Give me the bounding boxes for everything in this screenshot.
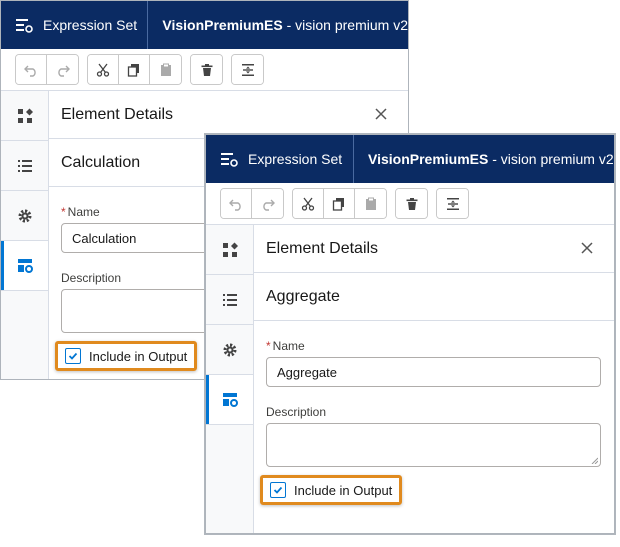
rail-details[interactable]	[1, 241, 48, 291]
close-icon[interactable]	[372, 105, 390, 123]
details-title: Element Details	[61, 105, 174, 123]
rail-elements[interactable]	[206, 225, 253, 275]
rail-details[interactable]	[206, 375, 253, 425]
resources-icon	[222, 293, 237, 306]
expression-set-window-front: Expression Set VisionPremiumES - vision …	[205, 134, 615, 534]
expression-set-title: VisionPremiumES - vision premium v2	[368, 151, 614, 167]
fit-button[interactable]	[437, 189, 468, 218]
details-icon	[222, 392, 238, 407]
app-name: Expression Set	[43, 17, 138, 33]
delete-icon	[201, 63, 212, 76]
paste-button[interactable]	[150, 55, 181, 84]
cut-button[interactable]	[293, 189, 324, 218]
left-rail	[1, 91, 49, 379]
close-icon[interactable]	[578, 239, 596, 257]
rail-elements[interactable]	[1, 91, 48, 141]
element-details-panel: Element Details Aggregate * Name Aggregat…	[254, 225, 614, 533]
title-bar: Expression Set VisionPremiumES - vision …	[206, 135, 614, 183]
rail-settings[interactable]	[1, 191, 48, 241]
include-output-label: Include in Output	[89, 348, 188, 364]
rail-resources[interactable]	[206, 275, 253, 325]
copy-icon	[332, 197, 344, 211]
gear-icon	[223, 343, 236, 356]
list-icon	[221, 153, 238, 167]
name-label: * Name	[266, 339, 305, 353]
fit-icon	[241, 63, 254, 76]
paste-icon	[365, 197, 376, 210]
element-type: Aggregate	[254, 273, 614, 321]
include-output-label: Include in Output	[294, 482, 393, 498]
cut-icon	[96, 63, 110, 77]
title-bar: Expression Set VisionPremiumES - vision …	[1, 1, 408, 49]
paste-icon	[160, 63, 171, 76]
elements-icon	[222, 242, 238, 257]
gear-icon	[18, 209, 31, 222]
rail-settings[interactable]	[206, 325, 253, 375]
delete-icon	[406, 197, 417, 210]
paste-button[interactable]	[355, 189, 386, 218]
elements-icon	[17, 108, 33, 123]
undo-icon	[229, 199, 241, 211]
check-icon	[68, 352, 78, 360]
redo-button[interactable]	[252, 189, 283, 218]
check-icon	[273, 486, 283, 494]
toolbar	[206, 183, 614, 225]
delete-button[interactable]	[191, 55, 222, 84]
include-output-checkbox[interactable]	[270, 482, 286, 498]
undo-button[interactable]	[221, 189, 252, 218]
include-output-highlight: Include in Output	[55, 341, 198, 371]
toolbar	[1, 49, 408, 91]
copy-button[interactable]	[324, 189, 355, 218]
redo-icon	[262, 199, 275, 211]
copy-button[interactable]	[119, 55, 150, 84]
include-output-highlight: Include in Output	[260, 475, 403, 505]
description-field[interactable]	[266, 423, 601, 467]
include-output-checkbox[interactable]	[65, 348, 81, 364]
cut-icon	[301, 197, 315, 211]
name-field[interactable]: Aggregate	[266, 357, 601, 387]
app-name: Expression Set	[248, 151, 343, 167]
fit-button[interactable]	[232, 55, 263, 84]
description-label: Description	[266, 405, 327, 419]
resources-icon	[17, 159, 32, 172]
fit-icon	[446, 197, 459, 210]
cut-button[interactable]	[88, 55, 119, 84]
list-icon	[16, 19, 33, 33]
delete-button[interactable]	[396, 189, 427, 218]
redo-icon	[57, 65, 70, 77]
left-rail	[206, 225, 254, 533]
expression-set-title: VisionPremiumES - vision premium v2	[162, 17, 408, 33]
details-icon	[17, 258, 33, 273]
undo-icon	[24, 65, 36, 77]
redo-button[interactable]	[47, 55, 78, 84]
undo-button[interactable]	[16, 55, 47, 84]
rail-resources[interactable]	[1, 141, 48, 191]
details-title: Element Details	[266, 239, 379, 257]
copy-icon	[127, 63, 139, 77]
